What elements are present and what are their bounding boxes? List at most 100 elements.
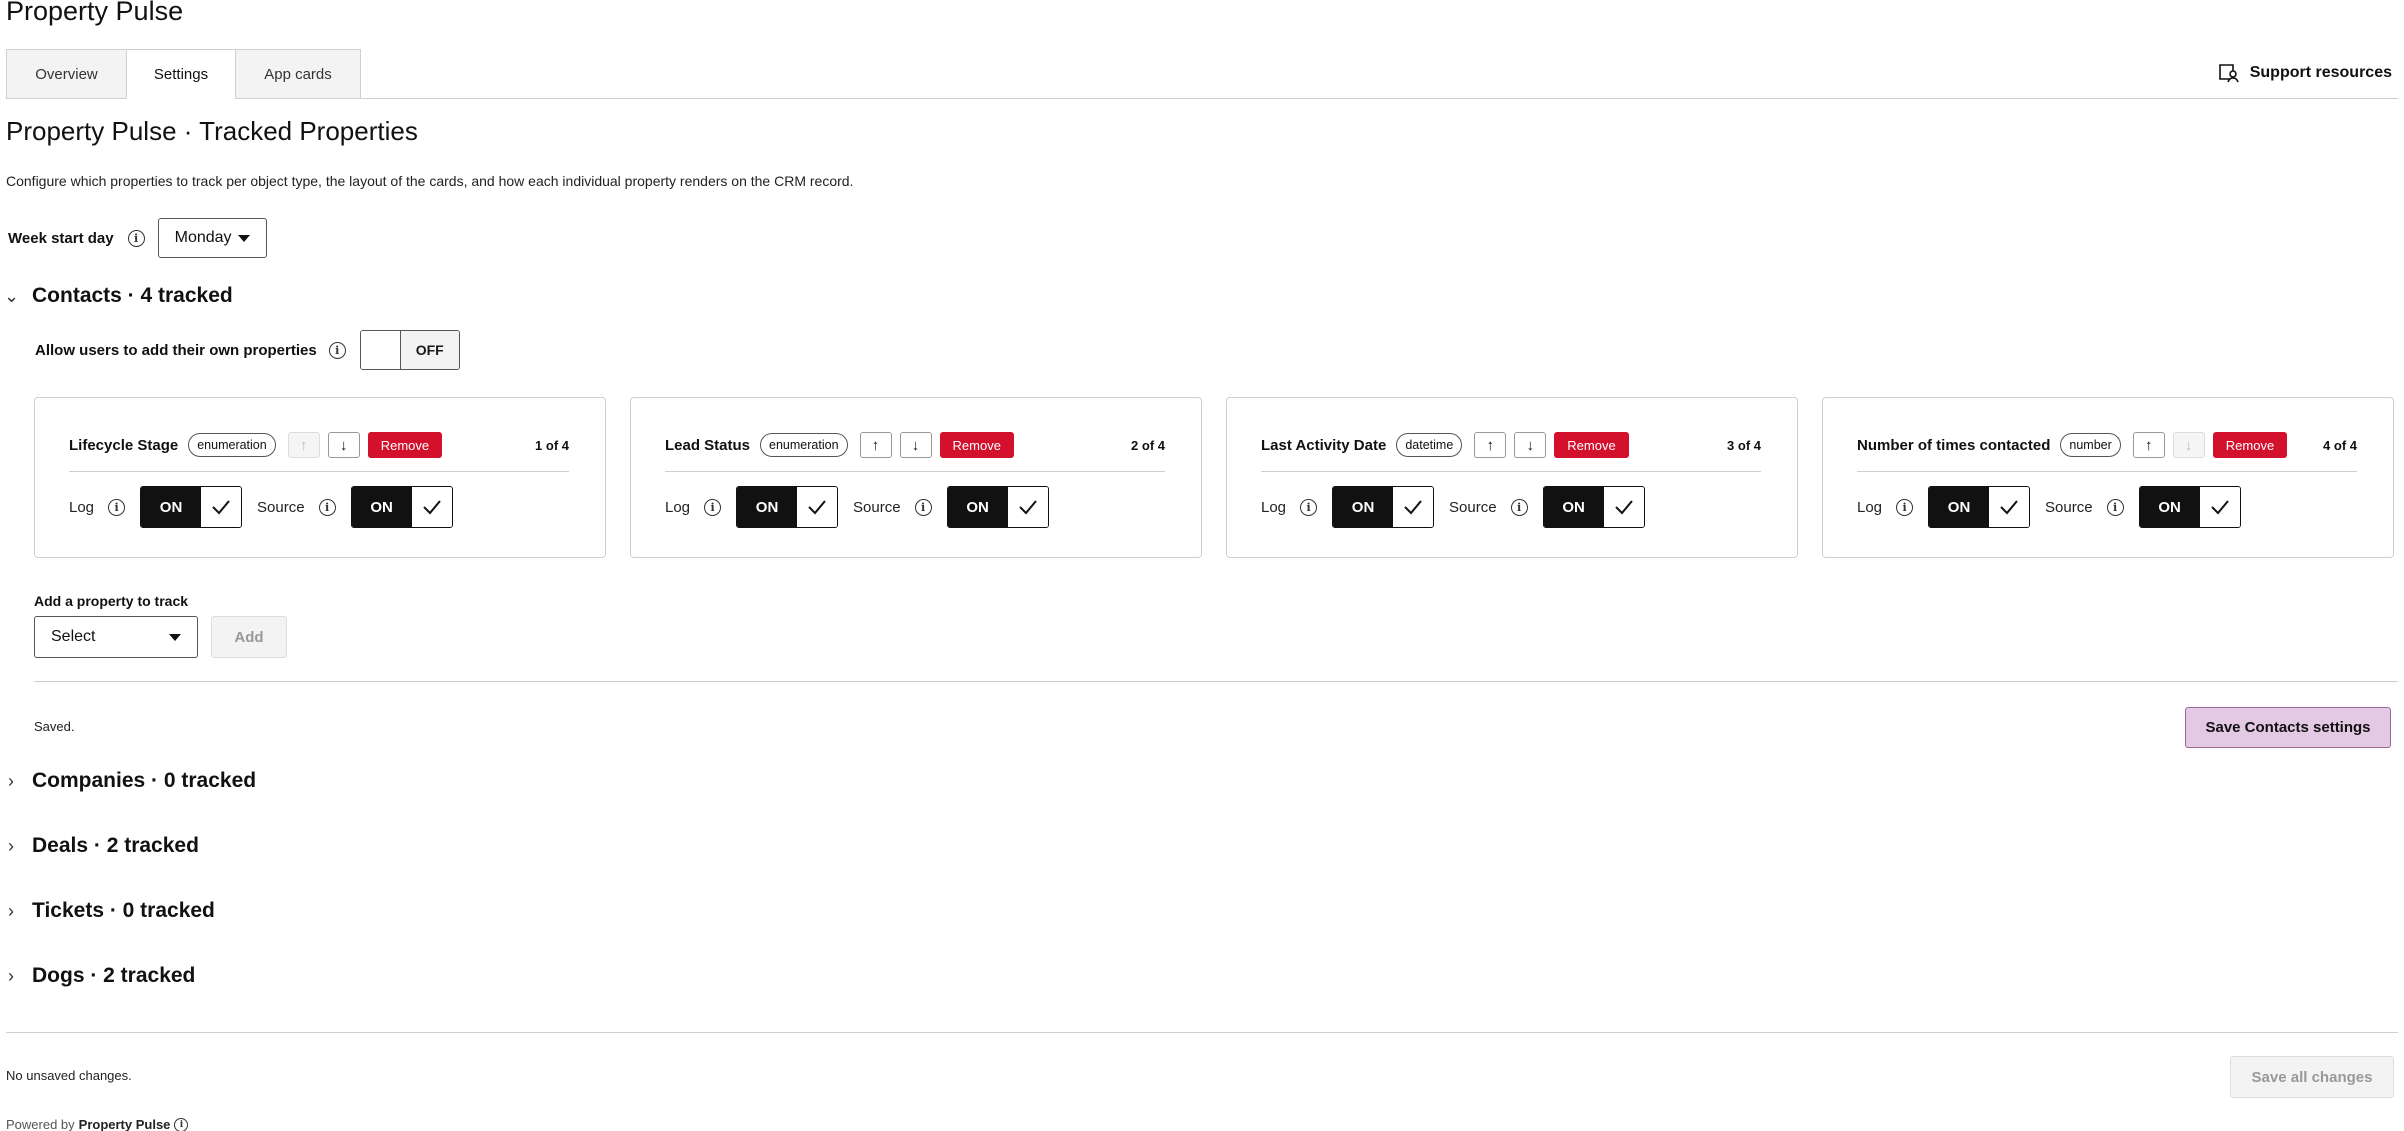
move-down-button[interactable]: ↓: [899, 432, 932, 458]
section-tickets-header[interactable]: › Tickets · 0 tracked: [4, 899, 215, 923]
log-label: Log: [69, 498, 95, 516]
add-property-row: Select Add: [34, 616, 287, 658]
remove-button[interactable]: Remove: [367, 432, 443, 458]
log-toggle[interactable]: ON: [736, 486, 839, 528]
tab-app-cards[interactable]: App cards: [235, 49, 361, 99]
save-contacts-button[interactable]: Save Contacts settings: [2185, 707, 2391, 748]
section-dogs-header[interactable]: › Dogs · 2 tracked: [4, 964, 195, 988]
property-card: Lifecycle Stage enumeration ↑ ↓ Remove 1…: [34, 397, 606, 558]
property-card: Lead Status enumeration ↑ ↓ Remove 2 of …: [630, 397, 1202, 558]
log-toggle[interactable]: ON: [140, 486, 243, 528]
move-up-button[interactable]: ↑: [2132, 432, 2165, 458]
caret-down-icon: [237, 234, 250, 242]
app-title: Property Pulse: [6, 0, 184, 26]
source-label: Source: [1449, 498, 1497, 516]
support-resources-link[interactable]: Support resources: [2218, 63, 2392, 83]
footer-divider: [6, 1032, 2398, 1033]
info-icon[interactable]: i: [704, 498, 722, 516]
card-position: 3 of 4: [1727, 437, 1761, 453]
week-start-dropdown[interactable]: Monday: [157, 218, 267, 258]
source-toggle[interactable]: ON: [946, 486, 1049, 528]
source-toggle[interactable]: ON: [350, 486, 453, 528]
section-deals-title: Deals · 2 tracked: [32, 834, 199, 857]
week-start-row: Week start day i Monday: [8, 218, 267, 258]
info-icon[interactable]: i: [914, 498, 932, 516]
section-dogs-title: Dogs · 2 tracked: [32, 964, 196, 987]
toggle-state: ON: [351, 487, 412, 527]
card-position: 4 of 4: [2323, 437, 2357, 453]
check-icon: [1603, 487, 1644, 527]
chevron-right-icon: ›: [8, 965, 14, 986]
property-name: Last Activity Date: [1261, 436, 1387, 454]
contacts-save-status: Saved.: [34, 719, 75, 734]
toggle-state: ON: [2139, 487, 2200, 527]
source-toggle[interactable]: ON: [2138, 486, 2241, 528]
tab-overview[interactable]: Overview: [6, 49, 127, 99]
info-icon[interactable]: i: [108, 498, 126, 516]
info-icon[interactable]: i: [2106, 498, 2124, 516]
section-companies-title: Companies · 0 tracked: [32, 769, 257, 792]
toggle-state: ON: [141, 487, 202, 527]
save-all-button[interactable]: Save all changes: [2230, 1056, 2394, 1098]
toggle-state: ON: [1333, 487, 1394, 527]
chevron-down-icon: ⌄: [4, 285, 20, 306]
check-icon: [2199, 487, 2240, 527]
info-icon[interactable]: i: [318, 498, 336, 516]
section-contacts-header[interactable]: ⌄ Contacts · 4 tracked: [4, 284, 233, 308]
toggle-knob: [360, 331, 401, 369]
move-up-button[interactable]: ↑: [859, 432, 892, 458]
remove-button[interactable]: Remove: [939, 432, 1014, 458]
toggle-state: OFF: [400, 331, 459, 369]
property-type-tag: enumeration: [760, 433, 848, 457]
property-card: Last Activity Date datetime ↑ ↓ Remove 3…: [1226, 397, 1798, 558]
info-icon[interactable]: i: [1896, 498, 1914, 516]
tab-settings[interactable]: Settings: [126, 49, 236, 99]
allow-user-properties-label: Allow users to add their own properties: [35, 341, 317, 359]
add-property-button[interactable]: Add: [211, 616, 287, 658]
page-heading: Property Pulse · Tracked Properties: [6, 116, 418, 146]
card-position: 2 of 4: [1131, 437, 1165, 453]
chevron-right-icon: ›: [8, 900, 14, 921]
powered-by-brand: Property Pulse: [78, 1117, 171, 1131]
divider: [34, 681, 2398, 682]
move-down-button[interactable]: ↓: [327, 432, 360, 458]
property-select-value: Select: [51, 628, 96, 645]
global-save-status: No unsaved changes.: [6, 1068, 132, 1083]
log-toggle[interactable]: ON: [1928, 486, 2031, 528]
toggle-state: ON: [1929, 487, 1990, 527]
info-icon[interactable]: i: [1510, 498, 1528, 516]
toggle-state: ON: [947, 487, 1008, 527]
info-icon[interactable]: i: [328, 341, 346, 359]
tab-bar: Overview Settings App cards Support reso…: [6, 49, 2398, 99]
info-icon[interactable]: i: [174, 1117, 189, 1131]
info-icon[interactable]: i: [127, 229, 145, 247]
property-name: Number of times contacted: [1857, 436, 2051, 454]
move-down-button[interactable]: ↓: [2172, 432, 2205, 458]
log-toggle[interactable]: ON: [1332, 486, 1435, 528]
source-label: Source: [853, 498, 901, 516]
section-deals-header[interactable]: › Deals · 2 tracked: [4, 834, 199, 858]
week-start-value: Monday: [174, 229, 232, 246]
section-contacts-title: Contacts · 4 tracked: [32, 284, 233, 307]
chevron-right-icon: ›: [8, 770, 14, 791]
property-type-tag: number: [2060, 433, 2121, 457]
card-divider: [1857, 471, 2357, 472]
allow-user-properties-toggle[interactable]: OFF: [359, 330, 460, 370]
info-icon[interactable]: i: [1300, 498, 1318, 516]
property-select[interactable]: Select: [34, 616, 198, 658]
add-property-label: Add a property to track: [34, 593, 189, 609]
move-up-button[interactable]: ↑: [1474, 432, 1507, 458]
property-name: Lead Status: [665, 436, 751, 454]
card-divider: [69, 471, 569, 472]
section-companies-header[interactable]: › Companies · 0 tracked: [4, 769, 256, 793]
remove-button[interactable]: Remove: [2212, 432, 2288, 458]
card-divider: [665, 471, 1165, 472]
toggle-state: ON: [1543, 487, 1604, 527]
source-toggle[interactable]: ON: [1542, 486, 1645, 528]
check-icon: [797, 487, 838, 527]
move-down-button[interactable]: ↓: [1514, 432, 1547, 458]
move-up-button[interactable]: ↑: [287, 432, 320, 458]
property-type-tag: datetime: [1396, 433, 1463, 457]
remove-button[interactable]: Remove: [1554, 432, 1629, 458]
toggle-state: ON: [737, 487, 798, 527]
